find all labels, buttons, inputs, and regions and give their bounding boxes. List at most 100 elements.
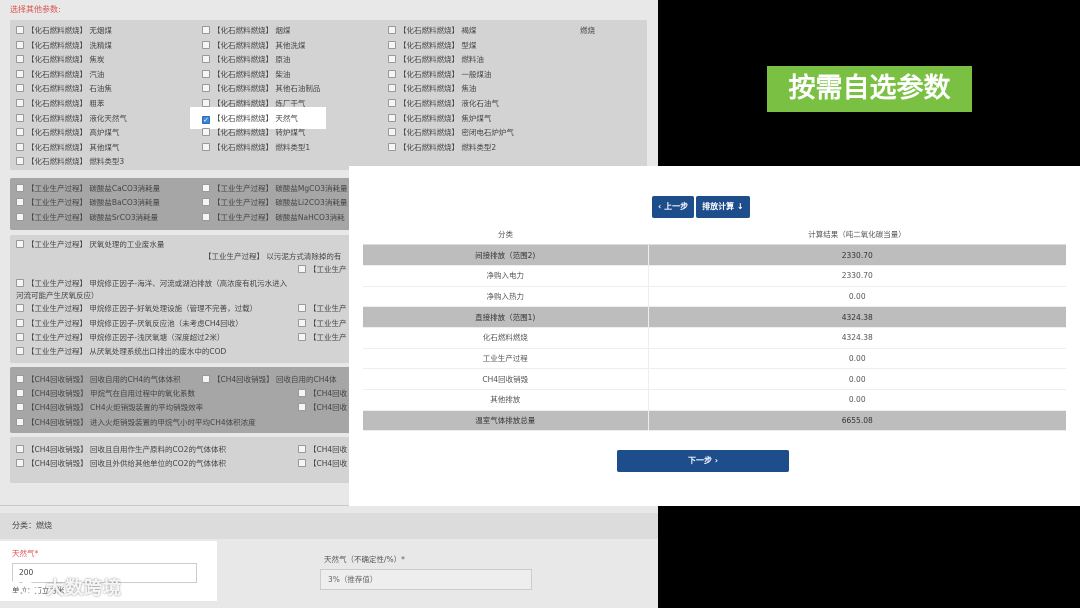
checkbox-item[interactable]: 【工业生产	[298, 332, 347, 343]
checkbox-icon[interactable]	[202, 375, 210, 383]
checkbox-icon[interactable]	[202, 69, 210, 78]
checkbox-icon[interactable]	[298, 445, 306, 453]
checkbox-icon[interactable]	[16, 459, 24, 467]
checkbox-icon[interactable]	[16, 55, 24, 64]
checkbox-icon[interactable]	[16, 113, 24, 122]
checkbox-item[interactable]: 【化石燃料燃烧】 焦油	[388, 83, 476, 94]
checkbox-item[interactable]: 【工业生产	[298, 318, 347, 329]
uncertainty-input[interactable]: 3%（推荐值）	[320, 569, 532, 590]
checkbox-icon[interactable]	[16, 375, 24, 383]
checkbox-item[interactable]: 【工业生产过程】 从厌氧处理系统出口排出的废水中的COD	[16, 346, 226, 357]
checkbox-item[interactable]: 【工业生产	[298, 264, 347, 275]
checkbox-item[interactable]: 【工业生产过程】 碳酸盐MgCO3消耗量	[202, 183, 348, 194]
checkbox-item[interactable]: 【CH4回收销毁】 进入火炬销毁装置的甲烷气小时平均CH4体积浓度	[16, 417, 256, 428]
checkbox-item[interactable]: 【化石燃料燃烧】 汽油	[16, 69, 104, 80]
checkbox-icon[interactable]	[298, 304, 306, 312]
checkbox-icon[interactable]	[16, 69, 24, 78]
checkbox-item[interactable]: 【CH4回收	[298, 458, 347, 469]
checkbox-item[interactable]: 【化石燃料燃烧】 液化天然气	[16, 113, 127, 124]
checkbox-icon[interactable]	[16, 279, 24, 287]
checkbox-item[interactable]: 【化石燃料燃烧】 燃料油	[388, 54, 484, 65]
checkbox-icon[interactable]	[298, 319, 306, 327]
checkbox-item[interactable]: 【工业生产过程】 碳酸盐Li2CO3消耗量	[202, 197, 347, 208]
checkbox-item[interactable]: 【工业生产过程】 以污泥方式清除掉的有	[204, 251, 341, 262]
checkbox-icon[interactable]	[16, 26, 24, 34]
checkbox-icon[interactable]	[388, 84, 396, 93]
checkbox-item[interactable]: 【化石燃料燃烧】 焦炉煤气	[388, 113, 491, 124]
checkbox-item[interactable]: 【化石燃料燃烧】 洗精煤	[16, 40, 112, 51]
checkbox-checked-icon[interactable]: ✓	[202, 115, 210, 124]
checkbox-icon[interactable]	[202, 26, 210, 34]
next-button[interactable]: 下一步 ›	[617, 450, 789, 472]
checkbox-item[interactable]: 【CH4回收销毁】 回收自用的CH4的气体体积	[16, 374, 181, 385]
checkbox-icon[interactable]	[202, 40, 210, 49]
checkbox-icon[interactable]	[388, 55, 396, 64]
checkbox-icon[interactable]	[16, 347, 24, 355]
checkbox-item[interactable]: 【化石燃料燃烧】 褐煤	[388, 25, 476, 36]
checkbox-item[interactable]: 【CH4回收销毁】 回收自用的CH4体	[202, 374, 337, 385]
checkbox-item[interactable]: 【工业生产过程】 甲烷修正因子-厌氧反应池（未考虑CH4回收）	[16, 318, 243, 329]
checkbox-item[interactable]: 【化石燃料燃烧】 石油焦	[16, 83, 112, 94]
checkbox-icon[interactable]	[16, 240, 24, 248]
checkbox-icon[interactable]	[388, 142, 396, 151]
checkbox-icon[interactable]	[202, 198, 210, 206]
checkbox-icon[interactable]	[16, 213, 24, 221]
checkbox-icon[interactable]	[16, 184, 24, 192]
checkbox-item[interactable]: 【化石燃料燃烧】 焦炭	[16, 54, 104, 65]
checkbox-item[interactable]: 【CH4回收销毁】 甲烷气在自用过程中的氧化系数	[16, 388, 195, 399]
checkbox-icon[interactable]	[202, 55, 210, 64]
checkbox-item[interactable]: 【化石燃料燃烧】 型煤	[388, 40, 476, 51]
prev-button[interactable]: ‹ 上一步	[652, 196, 695, 218]
checkbox-item[interactable]: 【化石燃料燃烧】 其他石油制品	[202, 83, 320, 94]
checkbox-icon[interactable]	[16, 40, 24, 49]
checkbox-item[interactable]: 【化石燃料燃烧】 柴油	[202, 69, 290, 80]
checkbox-icon[interactable]	[202, 99, 210, 107]
checkbox-icon[interactable]	[16, 445, 24, 453]
checkbox-item[interactable]: 河流可能产生厌氧反应）	[16, 290, 99, 301]
checkbox-icon[interactable]	[202, 84, 210, 93]
checkbox-icon[interactable]	[202, 128, 210, 137]
checkbox-item[interactable]: 【工业生产过程】 甲烷修正因子-浅厌氧塘（深度超过2米）	[16, 332, 224, 343]
checkbox-item[interactable]: 【工业生产过程】 碳酸盐NaHCO3消耗	[202, 212, 345, 223]
checkbox-icon[interactable]	[388, 69, 396, 78]
checkbox-icon[interactable]	[388, 26, 396, 34]
checkbox-icon[interactable]	[388, 128, 396, 137]
checkbox-item[interactable]: 【工业生产过程】 厌氧处理的工业废水量	[16, 239, 164, 250]
checkbox-item[interactable]: 【化石燃料燃烧】 燃料类型3	[16, 156, 124, 167]
checkbox-icon[interactable]	[298, 459, 306, 467]
checkbox-item[interactable]: 【工业生产过程】 碳酸盐CaCO3消耗量	[16, 183, 160, 194]
checkbox-item[interactable]: 【化石燃料燃烧】 转炉煤气	[202, 127, 305, 138]
checkbox-item[interactable]: 【CH4回收销毁】 CH4火炬销毁装置的平均销毁效率	[16, 402, 203, 413]
checkbox-item[interactable]: 【工业生产过程】 碳酸盐SrCO3消耗量	[16, 212, 158, 223]
checkbox-icon[interactable]	[388, 40, 396, 49]
checkbox-icon[interactable]	[16, 142, 24, 151]
checkbox-icon[interactable]	[16, 304, 24, 312]
checkbox-item[interactable]: 【化石燃料燃烧】 密闭电石炉炉气	[388, 127, 514, 138]
checkbox-item[interactable]: 【化石燃料燃烧】 高炉煤气	[16, 127, 119, 138]
checkbox-item[interactable]: 【工业生产	[298, 303, 347, 314]
checkbox-item[interactable]: 【CH4回收销毁】 回收且外供给其他单位的CO2的气体体积	[16, 458, 226, 469]
checkbox-item[interactable]: 【CH4回收	[298, 444, 347, 455]
checkbox-item[interactable]: 【工业生产过程】 甲烷修正因子-海洋、河流或湖泊排放（高浓度有机污水进入	[16, 278, 287, 289]
calc-button[interactable]: 排放计算 ↓	[696, 196, 750, 218]
checkbox-icon[interactable]	[202, 142, 210, 151]
checkbox-icon[interactable]	[202, 184, 210, 192]
checkbox-icon[interactable]	[298, 403, 306, 411]
checkbox-icon[interactable]	[16, 319, 24, 327]
checkbox-item[interactable]: 【化石燃料燃烧】 烟煤	[202, 25, 290, 36]
checkbox-item[interactable]: 【化石燃料燃烧】 原油	[202, 54, 290, 65]
checkbox-icon[interactable]	[298, 265, 306, 273]
checkbox-icon[interactable]	[16, 157, 24, 166]
checkbox-icon[interactable]	[16, 84, 24, 93]
checkbox-icon[interactable]	[16, 198, 24, 206]
checkbox-icon[interactable]	[202, 213, 210, 221]
checkbox-icon[interactable]	[298, 389, 306, 397]
checkbox-item[interactable]: 【CH4回收	[298, 402, 347, 413]
checkbox-item[interactable]: 【化石燃料燃烧】 液化石油气	[388, 98, 499, 109]
checkbox-icon[interactable]	[388, 99, 396, 107]
checkbox-item[interactable]: 【化石燃料燃烧】 无烟煤	[16, 25, 112, 36]
checkbox-item[interactable]: 【化石燃料燃烧】 燃料类型2	[388, 142, 496, 153]
checkbox-item[interactable]: 【化石燃料燃烧】 粗苯	[16, 98, 104, 109]
checkbox-icon[interactable]	[16, 99, 24, 107]
checkbox-item[interactable]: 【化石燃料燃烧】 其他煤气	[16, 142, 119, 153]
